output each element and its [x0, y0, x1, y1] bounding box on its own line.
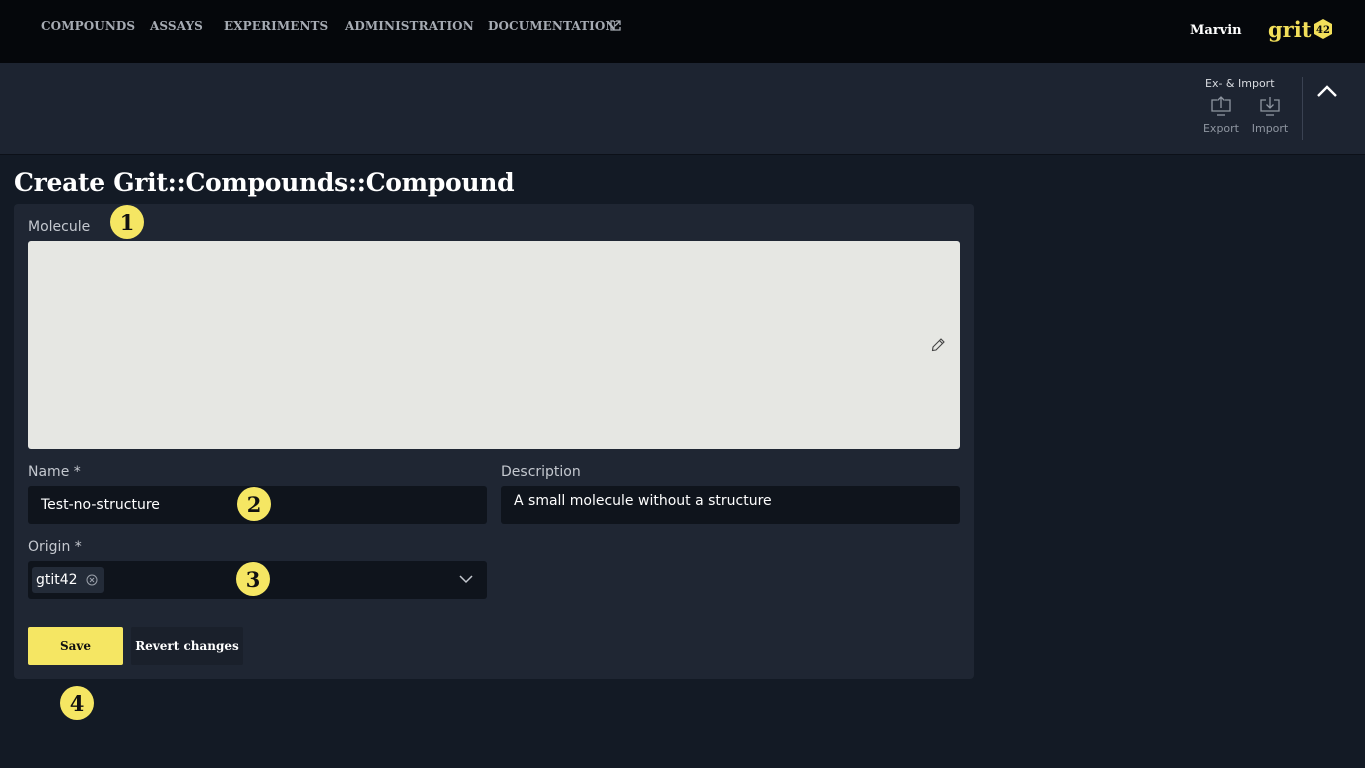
- logo-text: grit: [1268, 16, 1312, 42]
- nav-assays[interactable]: ASSAYS: [150, 19, 203, 33]
- export-button[interactable]: Export: [1201, 96, 1241, 135]
- logo[interactable]: grit 42: [1268, 15, 1334, 43]
- description-label: Description: [501, 464, 581, 480]
- logo-badge-text: 42: [1316, 25, 1330, 36]
- toolbar: Ex- & Import Export Import: [0, 63, 1365, 155]
- page-title: Create Grit::Compounds::Compound: [14, 168, 515, 197]
- annotation-marker-1: 1: [110, 205, 144, 239]
- import-icon: [1260, 97, 1280, 116]
- molecule-editor[interactable]: [28, 241, 960, 449]
- logo-badge: 42: [1314, 19, 1333, 39]
- import-button[interactable]: Import: [1250, 96, 1290, 135]
- save-button[interactable]: Save: [28, 627, 123, 665]
- nav-administration[interactable]: ADMINISTRATION: [345, 19, 474, 33]
- name-label: Name *: [28, 464, 81, 480]
- origin-label: Origin *: [28, 539, 82, 555]
- annotation-marker-4: 4: [60, 686, 94, 720]
- molecule-label: Molecule: [28, 219, 91, 235]
- top-navigation: COMPOUNDS ASSAYS EXPERIMENTS ADMINISTRAT…: [0, 0, 1365, 63]
- nav-documentation[interactable]: DOCUMENTATION: [488, 19, 616, 33]
- pencil-icon[interactable]: [930, 337, 946, 353]
- description-field[interactable]: A small molecule without a structure: [501, 486, 960, 524]
- export-import-group-label: Ex- & Import: [1205, 77, 1275, 90]
- nav-compounds[interactable]: COMPOUNDS: [41, 19, 135, 33]
- chevron-down-icon[interactable]: [459, 574, 473, 584]
- external-link-icon[interactable]: [610, 20, 621, 31]
- remove-chip-icon[interactable]: [86, 574, 98, 586]
- export-icon: [1211, 96, 1231, 116]
- nav-experiments[interactable]: EXPERIMENTS: [224, 19, 328, 33]
- chevron-up-icon[interactable]: [1315, 80, 1339, 102]
- annotation-marker-2: 2: [237, 487, 271, 521]
- toolbar-divider: [1302, 77, 1303, 140]
- origin-chip: gtit42: [32, 567, 104, 593]
- user-menu[interactable]: Marvin: [1190, 23, 1242, 38]
- revert-changes-button[interactable]: Revert changes: [131, 627, 243, 665]
- origin-chip-label: gtit42: [36, 572, 78, 588]
- export-label: Export: [1202, 122, 1239, 135]
- annotation-marker-3: 3: [236, 562, 270, 596]
- import-label: Import: [1251, 122, 1289, 135]
